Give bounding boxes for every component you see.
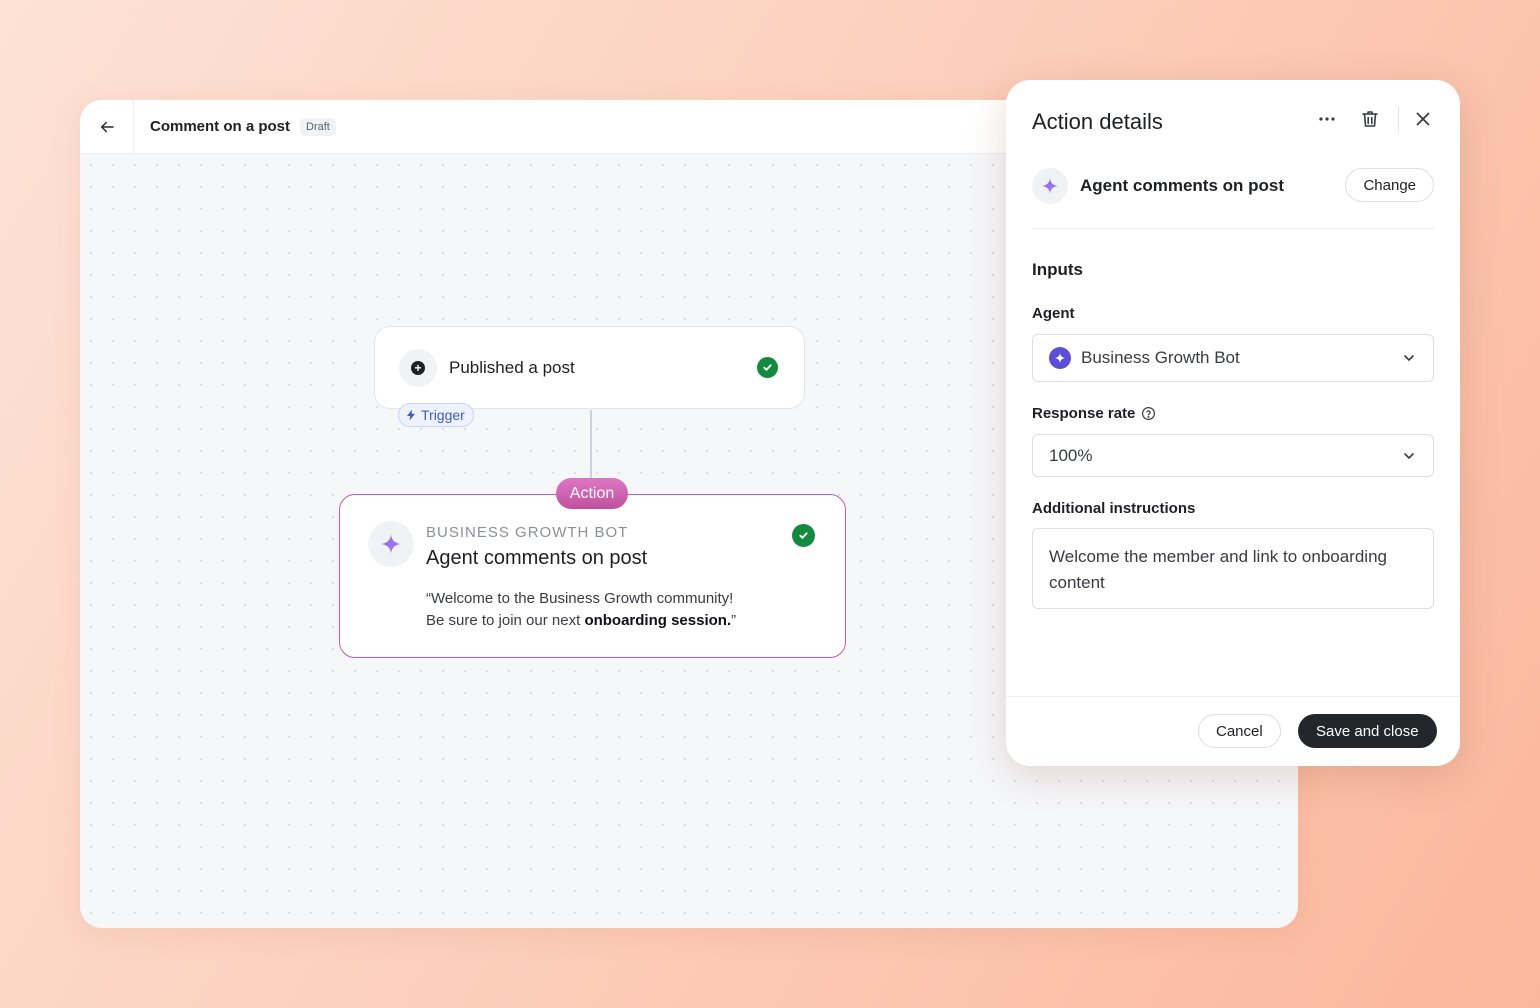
close-icon bbox=[1416, 112, 1430, 126]
cancel-button[interactable]: Cancel bbox=[1198, 714, 1281, 748]
check-circle-icon bbox=[792, 524, 815, 547]
quote-suffix: ” bbox=[731, 612, 737, 629]
agent-select[interactable]: Business Growth Bot bbox=[1032, 334, 1434, 382]
trigger-pill: Trigger bbox=[398, 403, 474, 427]
chevron-down-icon bbox=[1404, 355, 1414, 361]
footer-divider bbox=[1006, 696, 1460, 697]
check-circle-icon bbox=[757, 357, 778, 378]
quote-line-2: Be sure to join our next onboarding sess… bbox=[426, 610, 736, 632]
help-circle-icon[interactable] bbox=[1141, 406, 1156, 421]
close-button[interactable] bbox=[1408, 104, 1438, 134]
trigger-label: Published a post bbox=[449, 357, 575, 377]
trigger-node[interactable]: + Published a post bbox=[374, 326, 805, 409]
action-comment-preview: “Welcome to the Business Growth communit… bbox=[426, 588, 736, 632]
sparkle-icon bbox=[381, 534, 401, 554]
action-title: Agent comments on post bbox=[426, 547, 648, 569]
quote-bold: onboarding session. bbox=[584, 612, 732, 629]
node-connector bbox=[590, 410, 592, 480]
action-node[interactable]: BUSINESS GROWTH BOT Agent comments on po… bbox=[339, 494, 846, 658]
instructions-textarea[interactable]: Welcome the member and link to onboardin… bbox=[1032, 528, 1434, 609]
agent-avatar bbox=[1049, 347, 1071, 369]
quote-prefix: Be sure to join our next bbox=[426, 612, 585, 629]
panel-title: Action details bbox=[1032, 109, 1163, 134]
inputs-heading: Inputs bbox=[1032, 260, 1083, 279]
plus-circle-icon: + bbox=[411, 360, 425, 375]
page-title: Comment on a post bbox=[150, 118, 291, 135]
more-horizontal-icon bbox=[1319, 117, 1335, 121]
more-options-button[interactable] bbox=[1312, 104, 1342, 134]
selected-action-row: Agent comments on post Change bbox=[1032, 168, 1434, 204]
response-rate-select[interactable]: 100% bbox=[1032, 434, 1434, 477]
delete-button[interactable] bbox=[1355, 104, 1385, 134]
agent-label-text: Agent bbox=[1032, 305, 1075, 322]
action-pill: Action bbox=[556, 478, 628, 509]
section-divider bbox=[1032, 228, 1434, 229]
response-rate-label: Response rate bbox=[1032, 405, 1156, 422]
selected-action-name: Agent comments on post bbox=[1080, 176, 1285, 195]
response-rate-label-text: Response rate bbox=[1032, 405, 1136, 422]
change-button[interactable]: Change bbox=[1345, 168, 1434, 202]
action-agent-name: BUSINESS GROWTH BOT bbox=[426, 524, 629, 541]
header-divider bbox=[1398, 106, 1399, 132]
save-and-close-button[interactable]: Save and close bbox=[1298, 714, 1437, 748]
action-avatar bbox=[1032, 168, 1068, 204]
back-button[interactable] bbox=[80, 100, 134, 154]
instructions-label-text: Additional instructions bbox=[1032, 500, 1196, 517]
lightning-icon bbox=[407, 409, 415, 421]
arrow-left-icon bbox=[100, 121, 114, 132]
action-avatar bbox=[368, 521, 414, 567]
status-badge: Draft bbox=[300, 117, 336, 136]
trigger-pill-label: Trigger bbox=[421, 407, 465, 423]
response-rate-value: 100% bbox=[1049, 445, 1093, 465]
agent-label: Agent bbox=[1032, 305, 1075, 322]
instructions-label: Additional instructions bbox=[1032, 500, 1195, 517]
sparkle-icon bbox=[1055, 352, 1065, 364]
trash-icon bbox=[1362, 111, 1378, 127]
chevron-down-icon bbox=[1404, 452, 1414, 459]
quote-line-1: “Welcome to the Business Growth communit… bbox=[426, 590, 734, 607]
action-details-panel: Action details Agent comments on post Ch… bbox=[1006, 80, 1460, 766]
agent-select-value: Business Growth Bot bbox=[1081, 348, 1240, 367]
sparkle-icon bbox=[1042, 178, 1058, 194]
trigger-icon-wrap: + bbox=[399, 348, 437, 387]
